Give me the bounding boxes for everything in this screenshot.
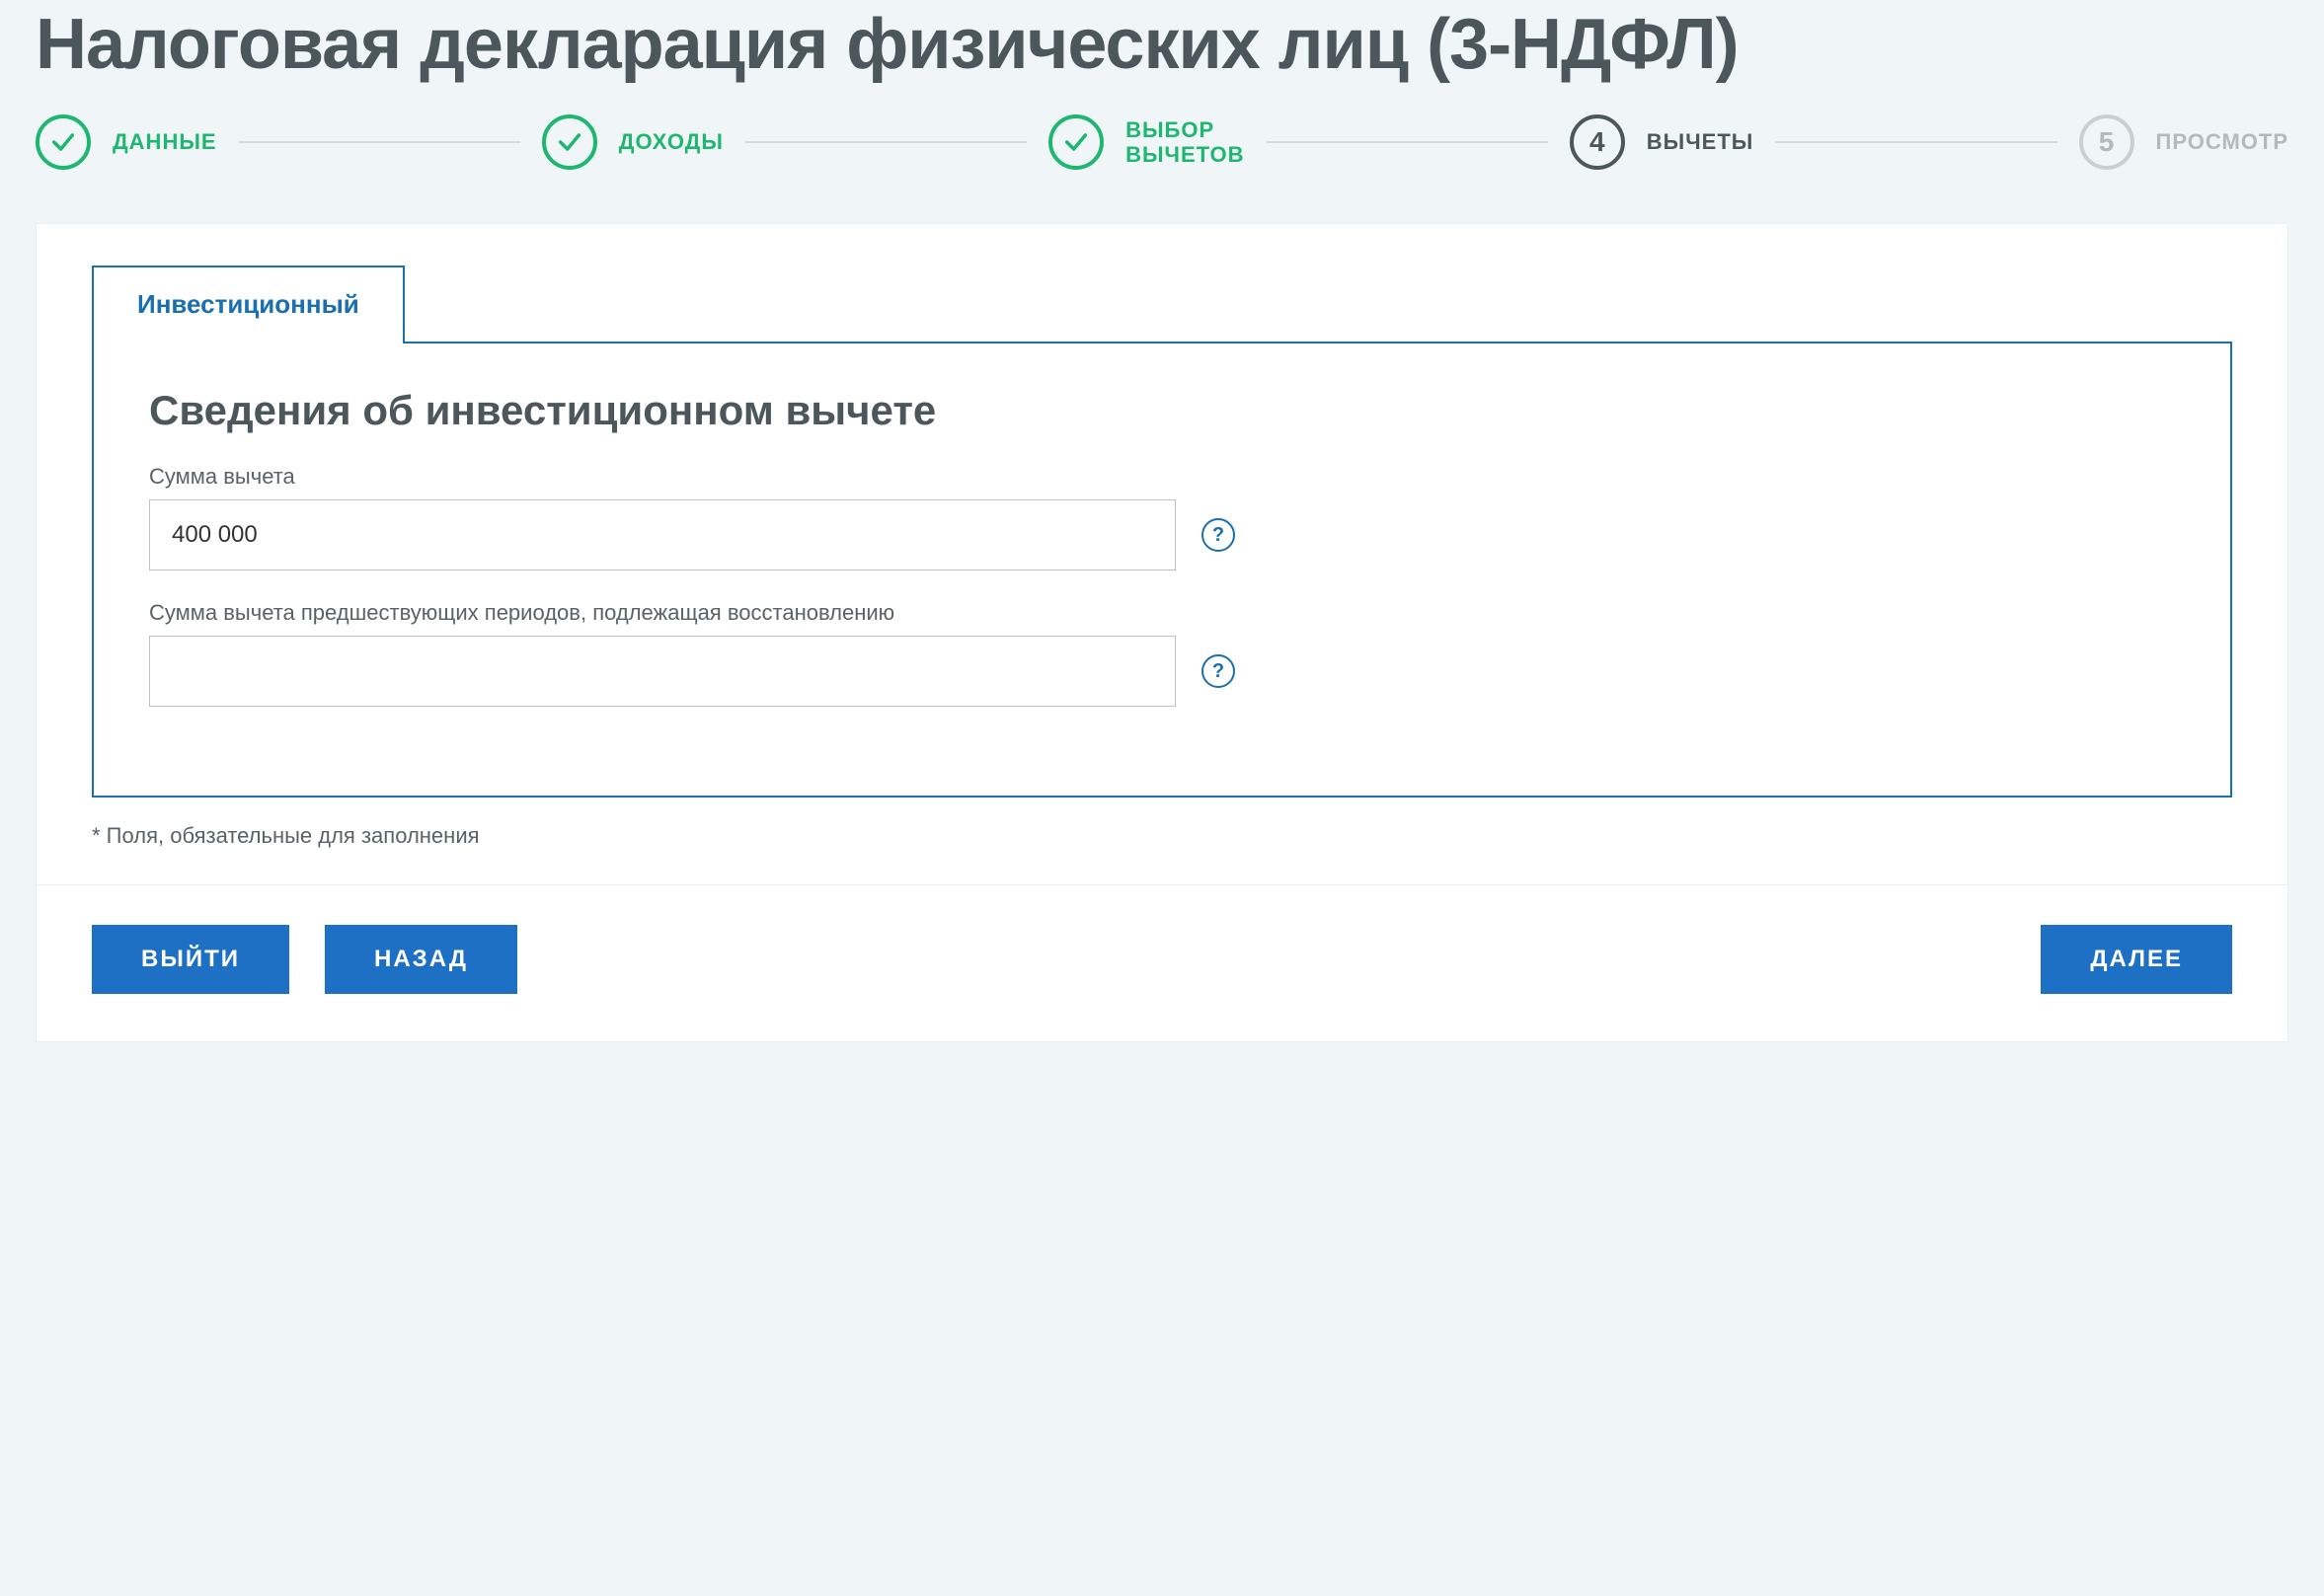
- step-circle-done: [1048, 114, 1104, 170]
- step-connector: [239, 141, 520, 143]
- exit-button[interactable]: ВЫЙТИ: [92, 925, 289, 994]
- page-title: Налоговая декларация физических лиц (3-Н…: [36, 0, 2288, 114]
- field-restore-amount: Сумма вычета предшествующих периодов, по…: [149, 600, 2175, 707]
- step-select-deductions[interactable]: ВЫБОР ВЫЧЕТОВ: [1048, 114, 1244, 170]
- back-button[interactable]: НАЗАД: [325, 925, 517, 994]
- step-number: 5: [2099, 126, 2115, 158]
- required-fields-note: * Поля, обязательные для заполнения: [92, 823, 2232, 849]
- step-circle-done: [36, 114, 91, 170]
- main-panel: Инвестиционный Сведения об инвестиционно…: [36, 223, 2288, 1042]
- button-row: ВЫЙТИ НАЗАД ДАЛЕЕ: [37, 885, 2287, 1041]
- step-circle-future: 5: [2079, 114, 2134, 170]
- step-label: ВЫБОР ВЫЧЕТОВ: [1125, 117, 1244, 168]
- step-review[interactable]: 5 ПРОСМОТР: [2079, 114, 2288, 170]
- tab-content: Сведения об инвестиционном вычете Сумма …: [92, 342, 2232, 798]
- step-income[interactable]: ДОХОДЫ: [542, 114, 724, 170]
- step-connector: [1775, 141, 2056, 143]
- help-icon[interactable]: ?: [1201, 654, 1235, 688]
- field-label: Сумма вычета: [149, 464, 2175, 490]
- step-data[interactable]: ДАННЫЕ: [36, 114, 217, 170]
- step-label: ДОХОДЫ: [619, 129, 724, 154]
- help-icon[interactable]: ?: [1201, 518, 1235, 552]
- step-deductions[interactable]: 4 ВЫЧЕТЫ: [1570, 114, 1754, 170]
- field-label: Сумма вычета предшествующих периодов, по…: [149, 600, 2175, 626]
- section-heading: Сведения об инвестиционном вычете: [149, 387, 2175, 434]
- step-connector: [1267, 141, 1548, 143]
- step-number: 4: [1589, 126, 1605, 158]
- step-circle-done: [542, 114, 597, 170]
- check-icon: [1062, 128, 1090, 156]
- check-icon: [556, 128, 583, 156]
- step-circle-current: 4: [1570, 114, 1625, 170]
- tab-investment[interactable]: Инвестиционный: [92, 266, 405, 343]
- deduction-amount-input[interactable]: [149, 499, 1176, 570]
- field-row: ?: [149, 636, 2175, 707]
- tabs-row: Инвестиционный: [92, 264, 2232, 342]
- step-connector: [745, 141, 1027, 143]
- stepper: ДАННЫЕ ДОХОДЫ ВЫБОР ВЫЧЕТОВ 4 ВЫЧЕТЫ: [36, 114, 2288, 170]
- restore-amount-input[interactable]: [149, 636, 1176, 707]
- next-button[interactable]: ДАЛЕЕ: [2041, 925, 2232, 994]
- step-label: ВЫЧЕТЫ: [1647, 129, 1754, 154]
- check-icon: [49, 128, 77, 156]
- page-root: Налоговая декларация физических лиц (3-Н…: [0, 0, 2324, 1082]
- field-deduction-amount: Сумма вычета ?: [149, 464, 2175, 570]
- step-label: ПРОСМОТР: [2156, 129, 2288, 154]
- field-row: ?: [149, 499, 2175, 570]
- panel-inner: Инвестиционный Сведения об инвестиционно…: [37, 224, 2287, 884]
- step-label: ДАННЫЕ: [113, 129, 217, 154]
